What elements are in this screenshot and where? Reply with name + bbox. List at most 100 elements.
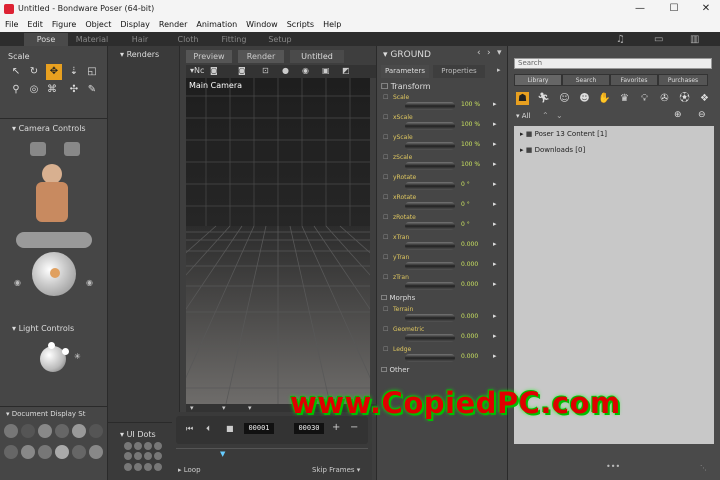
chevron-down-icon[interactable]: ▾ [190, 404, 194, 412]
light-dot-icon[interactable] [48, 342, 55, 349]
checkbox-icon[interactable]: ☐ [383, 274, 388, 281]
doc-tab-preview[interactable]: Preview [186, 50, 232, 63]
grid-toggle-icon[interactable]: ⊡ [262, 66, 269, 75]
3d-viewport[interactable]: Main Camera [186, 78, 370, 404]
poses-category-icon[interactable]: 🏃︎ [537, 92, 550, 105]
parameter-slider-row[interactable]: zTran ☐ 0.000 ▸ [381, 274, 505, 292]
tab-library[interactable]: Library [514, 74, 562, 86]
tab-fitting[interactable]: Fitting [212, 33, 256, 46]
current-frame-field[interactable]: 00001 [244, 423, 274, 434]
checkbox-icon[interactable]: ☐ [383, 94, 388, 101]
parameter-slider-row[interactable]: xScale ☐ 100 % ▸ [381, 114, 505, 132]
light-dot-icon[interactable] [62, 348, 69, 355]
actor-selector[interactable]: ▾ GROUND [383, 50, 431, 60]
parameter-menu-arrow-icon[interactable]: ▸ [493, 220, 497, 228]
checkbox-icon[interactable]: ☐ [383, 326, 388, 333]
parameter-menu-arrow-icon[interactable]: ▸ [493, 160, 497, 168]
parameter-menu-arrow-icon[interactable]: ▸ [493, 140, 497, 148]
parameter-value[interactable]: 0.000 [461, 261, 478, 268]
checkbox-icon[interactable]: ☐ [383, 134, 388, 141]
parameter-dial[interactable] [405, 162, 455, 170]
parameter-dial[interactable] [405, 354, 455, 362]
renders-header[interactable]: ▾ Renders [120, 50, 159, 59]
camera-zoom-icon[interactable]: ◉ [86, 278, 93, 287]
tab-hair[interactable]: Hair [118, 33, 162, 46]
stop-icon[interactable]: ■ [226, 424, 234, 433]
parameter-value[interactable]: 0.000 [461, 333, 478, 340]
menu-file[interactable]: File [0, 18, 22, 29]
doc-tab-untitled[interactable]: Untitled [290, 50, 344, 63]
camera-controls-header[interactable]: ▾ Camera Controls [12, 124, 86, 133]
parameter-slider-row[interactable]: Scale ☐ 100 % ▸ [381, 94, 505, 112]
camera-snapshot-icon[interactable]: ◙ [210, 66, 218, 75]
ui-dot[interactable] [124, 462, 132, 471]
parameter-value[interactable]: 0 ° [461, 221, 470, 228]
taper-tool-icon[interactable]: ◱ [86, 66, 98, 78]
ui-dot[interactable] [144, 452, 152, 461]
parameter-dial[interactable] [405, 262, 455, 270]
color-tool-icon[interactable]: ◎ [28, 84, 40, 96]
chevron-down-icon[interactable]: ▾ [248, 404, 252, 412]
ui-dot[interactable] [144, 442, 152, 450]
right-hand-camera-icon[interactable] [64, 142, 80, 156]
ui-dot[interactable] [124, 452, 132, 461]
panel-menu-icon[interactable]: ▾ [497, 48, 502, 58]
menu-render[interactable]: Render [154, 18, 191, 29]
display-style-button[interactable] [72, 424, 86, 438]
parameter-value[interactable]: 0.000 [461, 281, 478, 288]
parameter-slider-row[interactable]: zRotate ☐ 0 ° ▸ [381, 214, 505, 232]
step-back-icon[interactable]: ⏴ [206, 424, 210, 434]
chain-break-icon[interactable]: ⚲ [10, 84, 22, 96]
display-style-button[interactable] [21, 424, 35, 438]
ui-dot[interactable] [124, 442, 132, 450]
parameter-slider-row[interactable]: zScale ☐ 100 % ▸ [381, 154, 505, 172]
timeline-scrubber[interactable]: ▼ [176, 448, 368, 464]
transform-group[interactable]: ☐ Transform [381, 82, 431, 91]
select-tool-icon[interactable]: ↖ [10, 66, 22, 78]
parameter-dial[interactable] [405, 282, 455, 290]
display-style-button[interactable] [4, 424, 18, 438]
checkbox-icon[interactable]: ☐ [383, 174, 388, 181]
parameter-menu-arrow-icon[interactable]: ▸ [493, 180, 497, 188]
skip-frames-toggle[interactable]: Skip Frames ▾ [312, 466, 360, 474]
tab-cloth[interactable]: Cloth [166, 33, 210, 46]
display-style-button[interactable] [72, 444, 86, 459]
parameter-value[interactable]: 100 % [461, 121, 480, 128]
chevron-down-icon[interactable]: ▾ [222, 404, 226, 412]
parameter-slider-row[interactable]: Terrain ☐ 0.000 ▸ [381, 306, 505, 324]
bell-icon[interactable]: ♫ [616, 34, 625, 45]
parameter-dial[interactable] [405, 142, 455, 150]
parameter-slider-row[interactable]: Ledge ☐ 0.000 ▸ [381, 346, 505, 364]
timeline-playhead-icon[interactable]: ▼ [220, 450, 225, 458]
parameter-slider-row[interactable]: Geometric ☐ 0.000 ▸ [381, 326, 505, 344]
morphs-group[interactable]: ☐ Morphs [381, 294, 415, 302]
back-arrow-icon[interactable]: ‹ [477, 48, 481, 58]
remove-runtime-icon[interactable]: ⊖ [698, 110, 706, 120]
end-frame-field[interactable]: 00030 [294, 423, 324, 434]
display-dot-icon[interactable]: ● [282, 66, 289, 75]
parameter-value[interactable]: 100 % [461, 101, 480, 108]
tab-setup[interactable]: Setup [258, 33, 302, 46]
scenes-category-icon[interactable]: ❖ [698, 92, 711, 105]
go-to-start-icon[interactable]: ⏮ [186, 424, 193, 434]
hands-category-icon[interactable]: ✋ [598, 92, 611, 105]
lights-category-icon[interactable]: 💡︎ [638, 92, 651, 105]
parameter-dial[interactable] [405, 242, 455, 250]
doc-tab-render[interactable]: Render [238, 50, 284, 63]
tab-pose[interactable]: Pose [24, 33, 68, 46]
checkbox-icon[interactable]: ☐ [383, 194, 388, 201]
expressions-category-icon[interactable]: ☺ [558, 92, 571, 105]
add-runtime-icon[interactable]: ⊕ [674, 110, 682, 120]
library-books-icon[interactable]: ▥ [690, 34, 699, 45]
view-magnifier-icon[interactable]: ✣ [68, 84, 80, 96]
left-hand-camera-icon[interactable] [30, 142, 46, 156]
list-item[interactable]: ▸ ■ Poser 13 Content [1] [520, 130, 607, 138]
display-style-button[interactable] [4, 444, 18, 459]
menu-window[interactable]: Window [241, 18, 282, 29]
nav-down-icon[interactable]: ⌄ [556, 111, 563, 120]
parameter-slider-row[interactable]: yTran ☐ 0.000 ▸ [381, 254, 505, 272]
display-style-button[interactable] [55, 444, 69, 459]
camera-scale-icon[interactable]: ◉ [14, 278, 21, 287]
parameter-menu-arrow-icon[interactable]: ▸ [493, 280, 497, 288]
parameter-value[interactable]: 0.000 [461, 353, 478, 360]
